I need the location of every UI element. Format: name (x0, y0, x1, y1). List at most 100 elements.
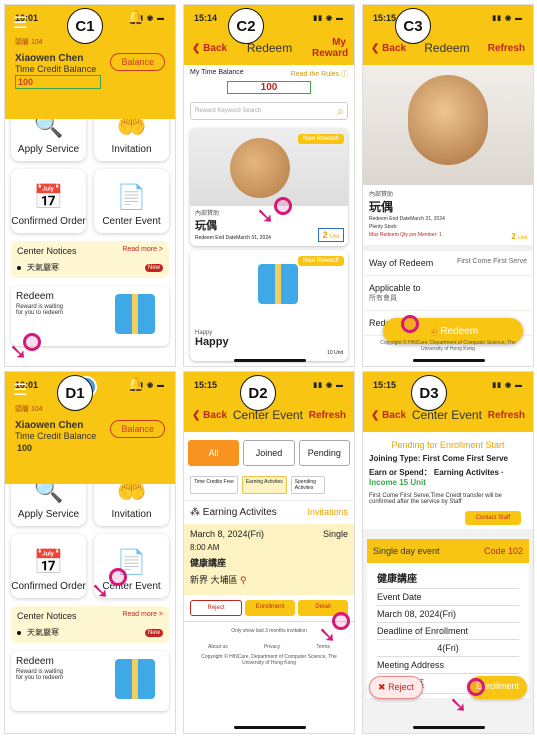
event-date-row: March 8, 2024(Fri) Single (190, 529, 348, 539)
center-notices[interactable]: Center Notices Read more > 天氣嚴寒 New (11, 241, 169, 278)
page-title: Center Event (232, 408, 303, 422)
refresh-button[interactable]: Refresh (488, 43, 525, 54)
tile-label: Apply Service (17, 509, 80, 520)
event-type: Single (322, 529, 348, 539)
pointer-arrow-icon: ➘ (9, 339, 28, 364)
my-reward-button[interactable]: My Reward (312, 37, 348, 59)
notices-title: Center Notices (17, 611, 77, 621)
center-event-tile[interactable]: 📄 Center Event (94, 169, 169, 233)
back-label: Back (382, 409, 407, 421)
back-button[interactable]: ❮ Back (192, 410, 227, 421)
back-label: Back (382, 42, 407, 54)
signal-icons: ▮▮ ◉ ▬ (492, 15, 523, 22)
touch-indicator (109, 568, 127, 586)
meeting-label: Meeting Address (377, 657, 519, 674)
bell-icon[interactable]: 🔔 (127, 376, 144, 393)
bell-icon[interactable]: 🔔 (127, 9, 144, 26)
panel-c2: 15:14 ▮▮ ◉ ▬ ❮ Back Redeem My Reward C2 M… (183, 4, 355, 367)
tab-all[interactable]: All (188, 440, 240, 466)
about-link[interactable]: About us (208, 644, 228, 650)
refresh-button[interactable]: Refresh (488, 410, 525, 421)
confirmed-order-tile[interactable]: 📅 Confirmed Order (11, 534, 86, 598)
event-date: March 08, 2024(Fri) (377, 606, 519, 623)
search-icon[interactable]: ⌕ (337, 104, 344, 119)
chip-spending[interactable]: Spending Activites (290, 476, 325, 494)
reward-card-2[interactable]: New Reward! Happy Happy 10 Unit (190, 250, 348, 361)
menu-icon[interactable]: ☰ (13, 13, 27, 33)
section-label: Earning Activites (202, 507, 277, 518)
deadline-value: 4(Fri) (377, 640, 519, 657)
read-more-link[interactable]: Read more > (122, 246, 163, 256)
search-placeholder: Reward Keyword Search (195, 108, 262, 114)
pending-title: Pending for Enrollment Start (391, 440, 505, 450)
calendar-icon: 📅 (33, 549, 64, 576)
tile-label: Invitation (111, 509, 152, 520)
chip-earning[interactable]: Earning Activites (241, 476, 287, 494)
new-reward-badge: New Reward! (297, 256, 344, 266)
tab-pending[interactable]: Pending (298, 440, 350, 466)
enrollment-button[interactable]: Enrollment (245, 600, 295, 616)
tile-label: Invitation (111, 144, 152, 155)
reward-name: 玩偶 (369, 200, 394, 214)
read-rules-link[interactable]: Read the Rules ⓘ (291, 69, 348, 79)
bottom-actions: ✖ Reject Enrollment (369, 676, 527, 699)
contact-staff-button[interactable]: Contact Staff (465, 511, 521, 525)
notices-title: Center Notices (17, 246, 77, 256)
event-date-label: Event Date (377, 589, 519, 606)
close-icon: ✖ (378, 682, 386, 692)
max-redeem: Max Redeem Qty per Member: 1 (369, 232, 442, 238)
pointer-arrow-icon: ➘ (256, 203, 275, 228)
unit-badge: 2 Unit (317, 228, 344, 242)
balance-value: 100 (227, 81, 311, 94)
reject-button[interactable]: ✖ Reject (369, 676, 423, 699)
read-more-link[interactable]: Read more > (122, 611, 163, 621)
back-button[interactable]: ❮ Back (371, 43, 406, 54)
back-label: Back (203, 409, 228, 421)
status-time: 15:15 (373, 13, 397, 23)
back-label: Back (203, 42, 228, 54)
redeem-card[interactable]: Redeem Reward is waiting for you to rede… (11, 651, 169, 711)
chip-time-credits-free[interactable]: Time Credits Free (190, 476, 238, 494)
header: 15:15 ▮▮ ◉ ▬ ❮ Back Center Event Refresh (363, 372, 533, 432)
step-label: C1 (67, 8, 103, 44)
reward-end-date: Redeem End DateMarch 31, 2024 (369, 216, 445, 222)
back-button[interactable]: ❮ Back (192, 43, 227, 54)
home-header: ☰ 🔔 頭層 104 Xiaowen Chen Time Credit Bala… (5, 376, 175, 484)
reward-sponsor: Happy (195, 330, 213, 336)
user-id: 頭層 104 (15, 406, 43, 413)
joining-type: Joining Type: First Come First Serve (369, 454, 508, 463)
single-day-event-header: Single day event Code 102 (367, 539, 529, 563)
tab-joined[interactable]: Joined (243, 440, 295, 466)
copyright: Copyright © HINCare, Department of Compu… (201, 654, 337, 666)
event-date: March 8, 2024(Fri) (190, 529, 265, 539)
new-badge: New (144, 263, 163, 272)
back-button[interactable]: ❮ Back (371, 410, 406, 421)
balance-button[interactable]: Balance (110, 53, 165, 71)
status-time: 15:14 (194, 13, 218, 23)
gift-icon (115, 294, 155, 334)
privacy-link[interactable]: Privacy (264, 644, 280, 650)
menu-icon[interactable]: ☰ (13, 380, 27, 400)
document-icon: 📄 (116, 184, 147, 211)
home-indicator (234, 726, 306, 729)
center-notices[interactable]: Center Notices Read more > 天氣嚴寒 New (11, 606, 169, 643)
gift-icon (258, 264, 298, 304)
search-input[interactable]: Reward Keyword Search ⌕ (190, 102, 348, 120)
event-time: 8:00 AM (190, 543, 220, 552)
reject-button[interactable]: Reject (190, 600, 242, 616)
way-of-redeem-row: Way of Redeem First Come First Serve (363, 251, 533, 276)
confirmed-order-tile[interactable]: 📅 Confirmed Order (11, 169, 86, 233)
event-card[interactable]: March 8, 2024(Fri) Single 8:00 AM 健康講座 新界… (184, 524, 354, 595)
header: 15:14 ▮▮ ◉ ▬ ❮ Back Redeem My Reward (184, 5, 354, 65)
pointer-arrow-icon: ➘ (91, 578, 110, 603)
deadline-label: Deadline of Enrollment (377, 623, 519, 640)
enrollment-description: First Come First Serve,Time Creidt trans… (369, 493, 502, 505)
bullet-icon (17, 630, 21, 635)
refresh-button[interactable]: Refresh (309, 410, 346, 421)
panel-d3: 15:15 ▮▮ ◉ ▬ ❮ Back Center Event Refresh … (362, 371, 534, 734)
nav-bar: ❮ Back Center Event Refresh (363, 398, 533, 432)
tile-label: Confirmed Order (11, 216, 86, 227)
read-rules-label: Read the Rules (290, 71, 340, 78)
balance-button[interactable]: Balance (110, 420, 165, 438)
nav-bar: ❮ Back Redeem My Reward (184, 31, 354, 65)
